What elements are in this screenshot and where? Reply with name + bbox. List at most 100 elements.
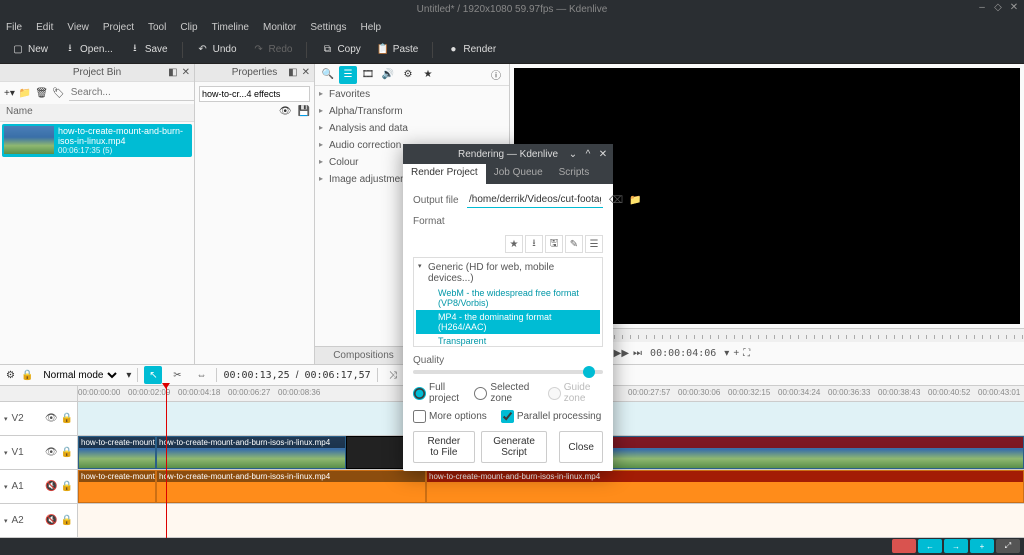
video-clip[interactable]: how-to-create-mount-and-: [78, 436, 156, 469]
favorite-icon[interactable]: ★: [419, 66, 437, 84]
menu-project[interactable]: Project: [103, 22, 134, 33]
undock-icon[interactable]: ◧: [288, 67, 297, 78]
lock-icon[interactable]: 🔒: [61, 447, 73, 458]
mute-icon[interactable]: 🔇: [45, 515, 57, 526]
status-red-icon[interactable]: [892, 539, 916, 553]
lock-icon[interactable]: 🔒: [21, 370, 33, 381]
gear-icon[interactable]: ⚙: [6, 370, 15, 381]
menu-settings[interactable]: Settings: [310, 22, 346, 33]
clip-item[interactable]: how-to-create-mount-and-burn-isos-in-lin…: [2, 124, 192, 157]
tag-icon[interactable]: 🏷: [52, 88, 65, 99]
next-frame-icon[interactable]: ▶▶: [614, 348, 629, 359]
audio-clip[interactable]: how-to-create-mount-and-burn-isos-in-lin…: [426, 470, 1024, 503]
undock-icon[interactable]: ◧: [168, 67, 177, 78]
panel-close-icon[interactable]: ✕: [182, 67, 190, 78]
paste-button[interactable]: 📋Paste: [371, 41, 425, 59]
plus-icon[interactable]: +: [733, 348, 739, 359]
effects-category[interactable]: Favorites: [315, 86, 509, 103]
menu-clip[interactable]: Clip: [180, 22, 197, 33]
audio-clip[interactable]: how-to-create-mount-and-burn-isos-in-lin…: [156, 470, 426, 503]
name-column-header[interactable]: Name: [0, 104, 194, 122]
forward-icon[interactable]: ⏭: [633, 348, 642, 359]
audio-clip[interactable]: how-to-create-mount-and-: [78, 470, 156, 503]
spacer-tool[interactable]: ⇔: [192, 366, 210, 384]
search-input[interactable]: [69, 85, 205, 101]
close-button[interactable]: Close: [559, 431, 603, 463]
dialog-titlebar[interactable]: Rendering — Kdenlive ⌄ ^ ✕: [403, 144, 613, 164]
save-preset-icon[interactable]: 💾: [298, 106, 310, 117]
delete-format-icon[interactable]: ☰: [585, 235, 603, 253]
quality-slider[interactable]: [413, 370, 603, 374]
status-btn[interactable]: +: [970, 539, 994, 553]
redo-button[interactable]: ↷Redo: [247, 41, 299, 59]
generate-script-button[interactable]: Generate Script: [481, 431, 548, 463]
video-icon[interactable]: 🎞: [359, 66, 377, 84]
full-project-radio[interactable]: Full project: [413, 382, 466, 404]
folder-icon[interactable]: 📁: [19, 88, 31, 99]
save-format-icon[interactable]: 🖫: [545, 235, 563, 253]
menu-timeline[interactable]: Timeline: [212, 22, 249, 33]
effects-combo[interactable]: [199, 86, 310, 102]
format-group[interactable]: Generic (HD for web, mobile devices...): [416, 260, 600, 286]
mute-icon[interactable]: 🔇: [45, 481, 57, 492]
format-tree[interactable]: Generic (HD for web, mobile devices...) …: [413, 257, 603, 347]
render-project-tab[interactable]: Render Project: [403, 164, 486, 184]
search-icon[interactable]: 🔍: [319, 66, 337, 84]
lock-icon[interactable]: 🔒: [61, 515, 73, 526]
info-icon[interactable]: ⓘ: [487, 66, 505, 84]
mix-icon[interactable]: ⤨: [384, 366, 402, 384]
panel-close-icon[interactable]: ✕: [302, 67, 310, 78]
dialog-max-icon[interactable]: ^: [582, 148, 594, 160]
video-clip[interactable]: how-to-create-mount-and-burn-isos-in-lin…: [156, 436, 346, 469]
timecode-display[interactable]: 00:00:04:06: [646, 348, 720, 359]
format-item[interactable]: Transparent: [416, 334, 600, 347]
render-button[interactable]: ●Render: [441, 41, 502, 59]
edit-mode-select[interactable]: Normal mode: [39, 369, 120, 382]
status-btn[interactable]: →: [944, 539, 968, 553]
menu-monitor[interactable]: Monitor: [263, 22, 296, 33]
list-main-icon[interactable]: ☰: [339, 66, 357, 84]
add-icon[interactable]: +▾: [4, 88, 15, 99]
compositions-tab[interactable]: Compositions: [315, 347, 412, 364]
output-file-input[interactable]: [467, 192, 603, 208]
download-format-icon[interactable]: ⭳: [525, 235, 543, 253]
mode-dropdown-icon[interactable]: ▾: [126, 370, 131, 381]
format-item[interactable]: WebM - the widespread free format (VP8/V…: [416, 286, 600, 310]
close-icon[interactable]: ✕: [1008, 2, 1020, 14]
edit-format-icon[interactable]: ✎: [565, 235, 583, 253]
maximize-icon[interactable]: ◇: [992, 2, 1004, 14]
mute-icon[interactable]: 👁: [45, 413, 58, 424]
dropdown-icon[interactable]: ▾: [724, 348, 729, 359]
more-options-checkbox[interactable]: More options: [413, 410, 487, 423]
undo-button[interactable]: ↶Undo: [191, 41, 243, 59]
open-button[interactable]: ⭳Open...: [58, 41, 119, 59]
browse-icon[interactable]: 📁: [629, 192, 641, 208]
gpu-icon[interactable]: ⚙: [399, 66, 417, 84]
audio-icon[interactable]: 🔊: [379, 66, 397, 84]
effects-category[interactable]: Analysis and data: [315, 120, 509, 137]
select-tool[interactable]: ↖: [144, 366, 162, 384]
menu-view[interactable]: View: [67, 22, 89, 33]
effects-category[interactable]: Alpha/Transform: [315, 103, 509, 120]
mute-icon[interactable]: 👁: [45, 447, 58, 458]
lock-icon[interactable]: 🔒: [61, 413, 73, 424]
lock-icon[interactable]: 🔒: [61, 481, 73, 492]
save-button[interactable]: ⭳Save: [123, 41, 174, 59]
playhead[interactable]: [166, 386, 167, 538]
delete-icon[interactable]: 🗑: [35, 88, 48, 99]
status-btn[interactable]: ←: [918, 539, 942, 553]
status-btn[interactable]: ⤢: [996, 539, 1020, 553]
new-button[interactable]: ▢New: [6, 41, 54, 59]
job-queue-tab[interactable]: Job Queue: [486, 164, 551, 184]
razor-tool[interactable]: ✂: [168, 366, 186, 384]
selected-zone-radio[interactable]: Selected zone: [474, 382, 539, 404]
clear-icon[interactable]: ⌫: [609, 192, 623, 208]
slider-thumb[interactable]: [583, 366, 595, 378]
format-item[interactable]: MP4 - the dominating format (H264/AAC): [416, 310, 600, 334]
visibility-icon[interactable]: 👁: [279, 106, 292, 117]
copy-button[interactable]: ⧉Copy: [315, 41, 366, 59]
scripts-tab[interactable]: Scripts: [551, 164, 598, 184]
parallel-checkbox[interactable]: Parallel processing: [501, 410, 602, 423]
render-to-file-button[interactable]: Render to File: [413, 431, 475, 463]
menu-file[interactable]: File: [6, 22, 22, 33]
